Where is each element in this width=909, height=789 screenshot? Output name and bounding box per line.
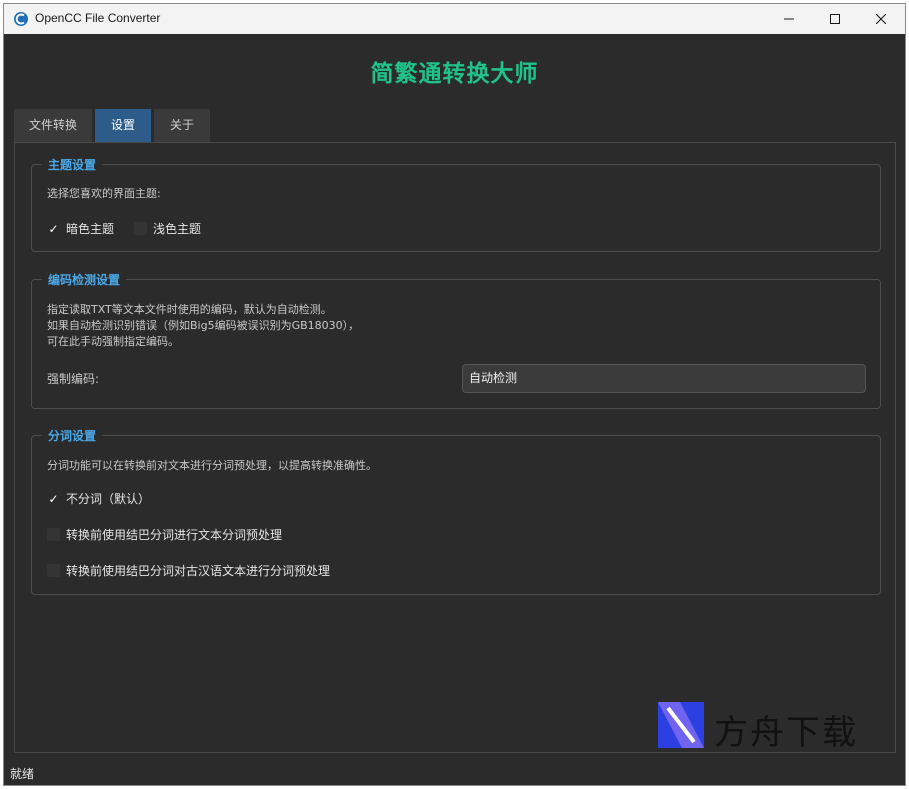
encoding-desc-line-2: 如果自动检测识别错误（例如Big5编码被误识别为GB18030），	[47, 319, 360, 332]
checkbox-icon	[134, 222, 147, 235]
segment-desc: 分词功能可以在转换前对文本进行分词预处理，以提高转换准确性。	[47, 459, 377, 472]
jieba-segment-checkbox[interactable]: 转换前使用结巴分词进行文本分词预处理	[47, 526, 282, 543]
checkbox-icon	[47, 564, 60, 577]
window-title: OpenCC File Converter	[35, 11, 161, 25]
close-button[interactable]	[858, 4, 904, 34]
encoding-group: 编码检测设置 指定读取TXT等文本文件时使用的编码，默认为自动检测。 如果自动检…	[31, 271, 881, 409]
encoding-desc-line-1: 指定读取TXT等文本文件时使用的编码，默认为自动检测。	[47, 303, 332, 316]
checkbox-icon	[47, 528, 60, 541]
dark-theme-checkbox[interactable]: ✓ 暗色主题	[47, 220, 114, 237]
watermark-logo-icon	[658, 702, 704, 748]
app-logo-icon	[13, 11, 29, 27]
title-bar[interactable]: OpenCC File Converter	[4, 4, 905, 34]
light-theme-label: 浅色主题	[153, 222, 202, 236]
light-theme-checkbox[interactable]: 浅色主题	[134, 220, 201, 237]
watermark-text: 方舟下载	[714, 713, 858, 753]
maximize-button[interactable]	[812, 4, 858, 34]
app-heading: 简繁通转换大师	[370, 61, 539, 87]
jieba-classical-segment-label: 转换前使用结巴分词对古汉语文本进行分词预处理	[66, 564, 331, 578]
dark-theme-label: 暗色主题	[66, 222, 115, 236]
tab-settings[interactable]: 设置	[95, 109, 151, 142]
tab-about[interactable]: 关于	[154, 109, 210, 142]
minimize-button[interactable]	[766, 4, 812, 34]
jieba-segment-label: 转换前使用结巴分词进行文本分词预处理	[66, 528, 283, 542]
theme-group-title: 主题设置	[42, 156, 103, 173]
jieba-classical-segment-checkbox[interactable]: 转换前使用结巴分词对古汉语文本进行分词预处理	[47, 562, 330, 579]
segment-group: 分词设置 分词功能可以在转换前对文本进行分词预处理，以提高转换准确性。 ✓ 不分…	[31, 427, 881, 595]
watermark: 方舟下载	[658, 701, 870, 753]
force-encoding-label: 强制编码:	[47, 372, 100, 386]
encoding-select[interactable]: 自动检测	[462, 364, 866, 393]
no-segment-checkbox[interactable]: ✓ 不分词（默认）	[47, 490, 150, 507]
encoding-group-title: 编码检测设置	[42, 271, 127, 288]
check-icon: ✓	[48, 491, 59, 506]
encoding-desc-line-3: 可在此手动强制指定编码。	[47, 335, 179, 348]
theme-prompt: 选择您喜欢的界面主题:	[47, 187, 161, 200]
tab-file-convert[interactable]: 文件转换	[14, 109, 92, 142]
theme-group: 主题设置 选择您喜欢的界面主题: ✓ 暗色主题 浅色主题	[31, 156, 881, 252]
segment-group-title: 分词设置	[42, 427, 103, 444]
close-icon	[876, 14, 886, 24]
status-bar: 就绪	[10, 767, 35, 781]
minimize-icon	[784, 18, 794, 20]
check-icon: ✓	[48, 221, 59, 236]
app-window: OpenCC File Converter 简繁通转换大师 文件转换 设置 关于…	[3, 3, 906, 786]
no-segment-label: 不分词（默认）	[66, 492, 151, 506]
settings-panel: 主题设置 选择您喜欢的界面主题: ✓ 暗色主题 浅色主题 编码检测设置 指定读取…	[14, 142, 896, 753]
maximize-icon	[830, 14, 840, 24]
